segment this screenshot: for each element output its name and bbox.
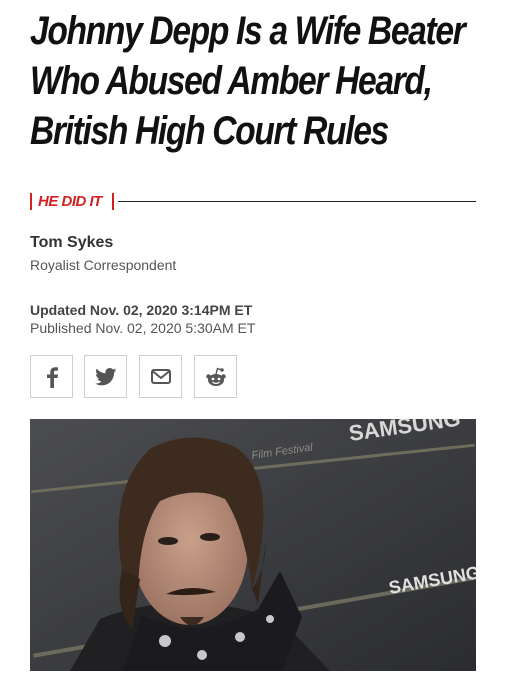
article-photo: SAMSUNG SAMSUNG Film Festival [30,419,476,671]
headline-line: Who Abused Amber Heard, [30,59,433,103]
reddit-icon [205,367,226,386]
published-timestamp: Published Nov. 02, 2020 5:30AM ET [30,320,256,336]
tag-bar-left [30,193,32,210]
tag-divider [118,201,476,202]
author-name[interactable]: Tom Sykes [30,234,113,252]
email-share-button[interactable] [139,355,182,398]
tag-label[interactable]: HE DID IT [38,193,102,210]
twitter-icon [94,367,116,385]
portrait-illustration: SAMSUNG SAMSUNG Film Festival [30,419,476,671]
twitter-share-button[interactable] [84,355,127,398]
section-tag: HE DID IT [30,192,476,212]
tag-bar-right [112,193,114,210]
headline-line: British High Court Rules [30,109,389,153]
facebook-share-button[interactable] [30,355,73,398]
email-icon [150,369,171,384]
author-role: Royalist Correspondent [30,257,177,273]
facebook-icon [46,366,58,388]
article-headline: Johnny Depp Is a Wife Beater Who Abused … [30,6,466,156]
reddit-share-button[interactable] [194,355,237,398]
headline-line: Johnny Depp Is a Wife Beater [30,9,466,53]
updated-timestamp: Updated Nov. 02, 2020 3:14PM ET [30,302,253,318]
